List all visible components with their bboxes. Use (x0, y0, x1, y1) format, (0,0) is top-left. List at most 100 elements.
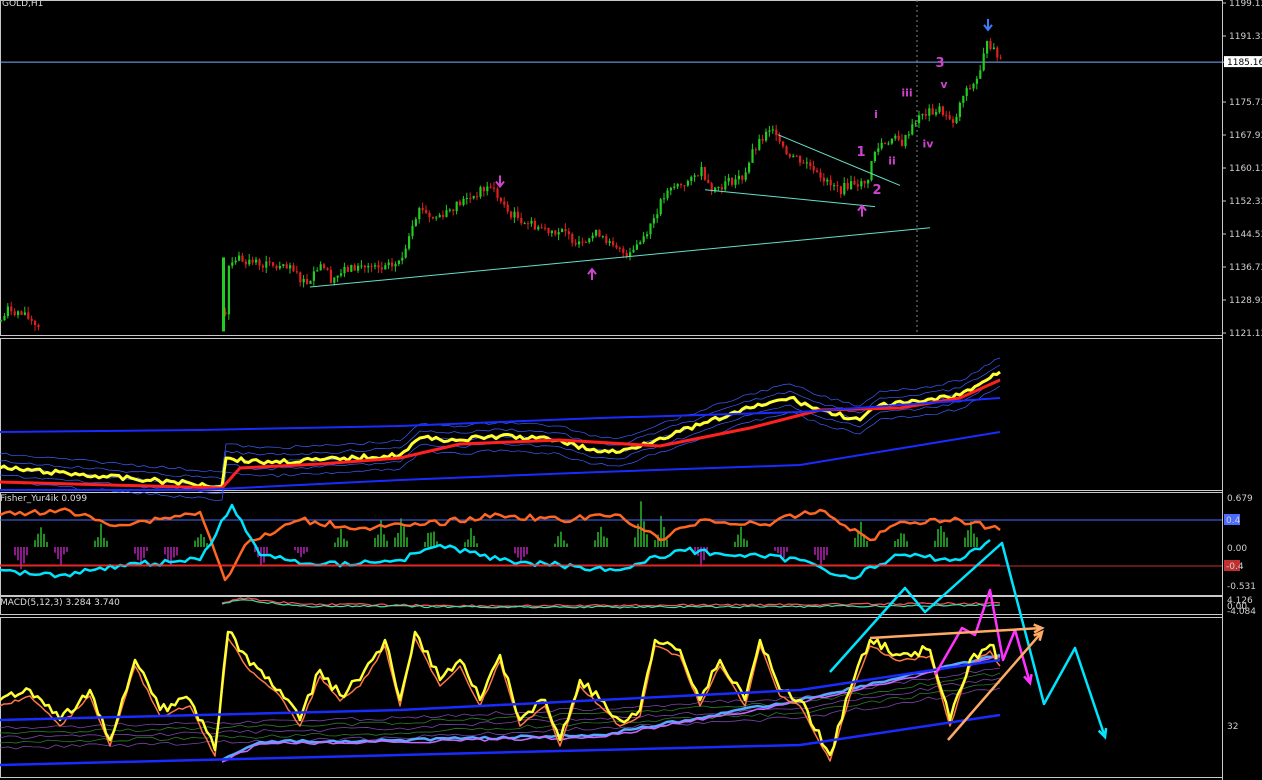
candle (465, 197, 468, 199)
candle (975, 78, 978, 84)
candle (265, 261, 268, 268)
fisher-histogram-bar (303, 547, 305, 554)
candle (574, 242, 577, 245)
candle (255, 259, 258, 263)
candle (527, 223, 530, 225)
fisher-histogram-bar (634, 537, 636, 547)
candle (921, 114, 924, 116)
candle (955, 116, 958, 123)
candle (544, 227, 547, 229)
fisher-histogram-bar (260, 547, 262, 566)
ma-band (0, 357, 1001, 473)
candle (935, 112, 938, 115)
candle (918, 115, 921, 124)
candle (948, 115, 951, 120)
fisher-histogram-bar (173, 547, 175, 558)
fisher-histogram-bar (430, 532, 432, 547)
fisher-histogram-bar (777, 547, 779, 554)
price-tick-label: 1121.13 (1229, 329, 1262, 339)
candle (384, 265, 387, 270)
fisher-histogram-bar (424, 541, 426, 547)
fisher-histogram-bar (346, 540, 348, 547)
candle (720, 187, 723, 190)
candle (234, 260, 237, 263)
candle (316, 270, 319, 272)
candle (554, 230, 557, 235)
fisher-histogram-bar (523, 547, 525, 557)
candle (901, 139, 904, 147)
candle (754, 149, 757, 151)
candle (890, 138, 893, 144)
candle (333, 277, 336, 283)
fisher-histogram-bar (394, 537, 396, 547)
fisher-histogram-bar (386, 540, 388, 547)
candle (618, 247, 621, 249)
candle (843, 183, 846, 195)
candle (931, 108, 934, 115)
candle (666, 190, 669, 199)
fisher-histogram-bar (964, 537, 966, 547)
arrow-marker-up (857, 204, 867, 217)
candle (493, 187, 496, 189)
candle (676, 183, 679, 187)
candle (486, 186, 489, 192)
fisher-histogram-bar (906, 541, 908, 547)
candle (952, 119, 955, 123)
fisher-histogram-bar (63, 547, 65, 555)
candle (408, 236, 411, 249)
price-tick-label: 1167.93 (1229, 131, 1262, 141)
fisher-histogram-bar (427, 532, 429, 547)
fisher-histogram-bar (517, 547, 519, 558)
candle (258, 259, 261, 266)
candle (877, 148, 880, 152)
fisher-tick-label: 0.00 (1227, 544, 1247, 554)
candle (727, 177, 730, 182)
candle (741, 175, 744, 180)
candle (737, 175, 740, 180)
candle (635, 244, 638, 250)
fisher-histogram-bar (520, 547, 522, 562)
panel-frame-1 (0, 338, 1223, 491)
candle (561, 229, 564, 233)
price-axis (1223, 0, 1262, 780)
candle (0, 320, 3, 322)
candle (357, 265, 360, 271)
candle (914, 123, 917, 125)
candle (6, 306, 9, 316)
fisher-histogram-bar (734, 541, 736, 547)
candle (707, 179, 710, 184)
fisher-histogram-bar (737, 534, 739, 547)
fisher-histogram-bar (814, 547, 816, 555)
wave-label: ii (888, 154, 896, 167)
fisher-histogram-bar (383, 534, 385, 547)
fisher-histogram-bar (146, 547, 148, 552)
fisher-histogram-bar (934, 540, 936, 547)
candle (982, 53, 985, 71)
candle (302, 278, 305, 283)
fisher-histogram-bar (646, 534, 648, 547)
fisher-histogram-bar (894, 540, 896, 547)
fisher-histogram-bar (266, 547, 268, 554)
candle (241, 255, 244, 262)
fisher-histogram-bar (143, 547, 145, 559)
candle (761, 139, 764, 141)
candle (17, 311, 20, 316)
candle (595, 230, 598, 236)
candle (669, 187, 672, 191)
candle (608, 241, 611, 244)
price-tick-label: 1175.73 (1229, 98, 1262, 108)
candle (564, 229, 567, 232)
chart-canvas[interactable]: 1199.13 1191.33 1185.16 1175.73 1167.93 1160.… (0, 0, 1262, 780)
fisher-histogram-bar (340, 528, 342, 547)
wave-label: 1 (856, 145, 865, 160)
candle (387, 262, 390, 266)
gap-candle (222, 257, 225, 332)
fisher-histogram-bar (46, 541, 48, 547)
fisher-histogram-bar (476, 543, 478, 547)
fisher-histogram-bar (774, 547, 776, 551)
fisher-histogram-bar (900, 533, 902, 547)
candle (489, 186, 492, 188)
candle (299, 272, 302, 283)
candle (421, 208, 424, 211)
fisher-histogram-bar (743, 538, 745, 547)
